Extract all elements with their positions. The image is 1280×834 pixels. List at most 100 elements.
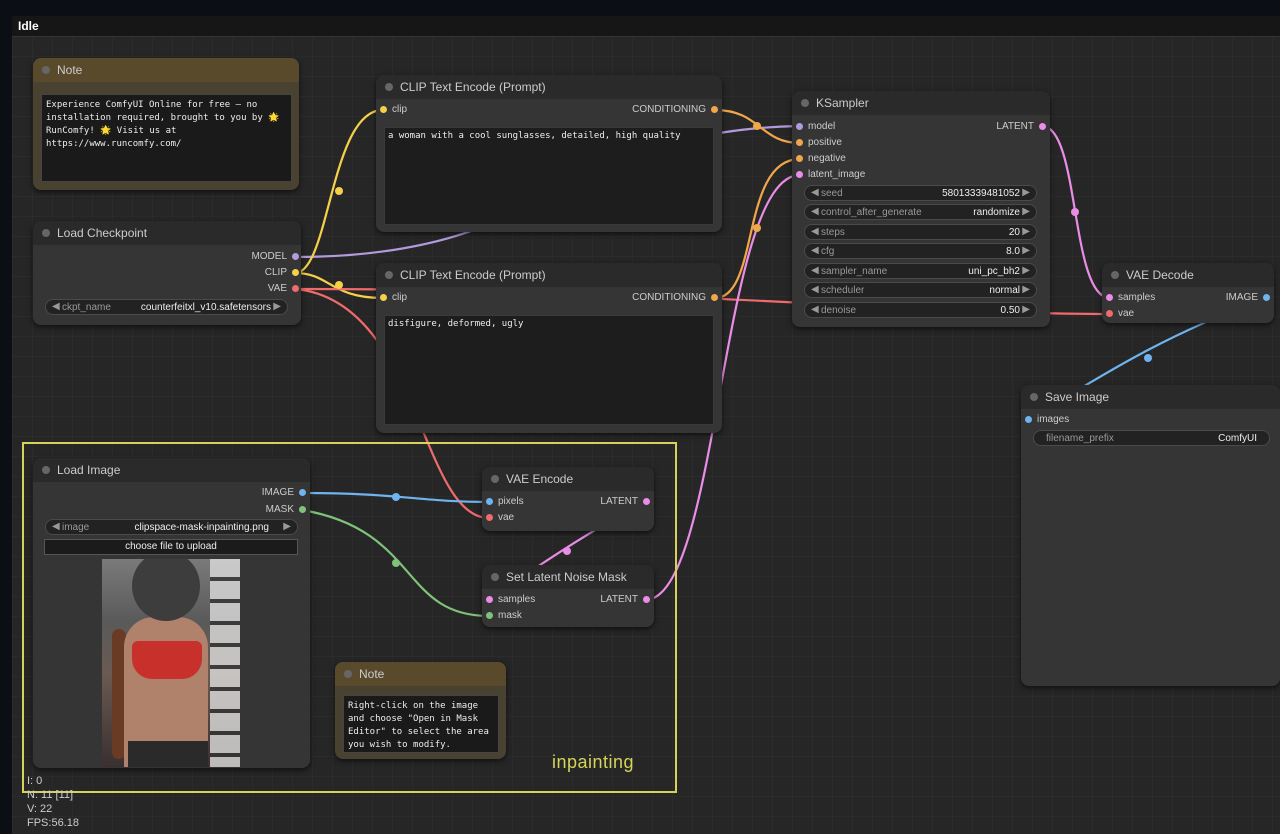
- scheduler-widget[interactable]: ◀ scheduler normal ▶: [804, 282, 1037, 298]
- collapse-dot-icon[interactable]: [385, 271, 393, 279]
- input-model[interactable]: model: [794, 120, 835, 134]
- arrow-left-icon[interactable]: ◀: [811, 265, 819, 276]
- note-text[interactable]: Experience ComfyUI Online for free — no …: [41, 94, 292, 182]
- output-conditioning[interactable]: CONDITIONING: [632, 291, 720, 305]
- cfg-widget[interactable]: ◀ cfg 8.0 ▶: [804, 243, 1037, 259]
- clip-text-encode-positive-node[interactable]: CLIP Text Encode (Prompt) clip CONDITION…: [376, 75, 722, 232]
- input-samples[interactable]: samples: [1104, 291, 1155, 305]
- slot-dot-icon[interactable]: [380, 106, 387, 113]
- note-node-top[interactable]: Note Experience ComfyUI Online for free …: [33, 58, 299, 190]
- output-vae[interactable]: VAE: [268, 282, 301, 296]
- arrow-left-icon[interactable]: ◀: [811, 187, 819, 198]
- slot-dot-icon[interactable]: [486, 596, 493, 603]
- collapse-dot-icon[interactable]: [344, 670, 352, 678]
- arrow-left-icon[interactable]: ◀: [811, 206, 819, 217]
- arrow-right-icon[interactable]: ▶: [1022, 245, 1030, 256]
- arrow-right-icon[interactable]: ▶: [1022, 284, 1030, 295]
- arrow-right-icon[interactable]: ▶: [1022, 226, 1030, 237]
- input-negative[interactable]: negative: [794, 152, 846, 166]
- collapse-dot-icon[interactable]: [491, 475, 499, 483]
- slot-dot-icon[interactable]: [643, 596, 650, 603]
- collapse-dot-icon[interactable]: [42, 466, 50, 474]
- arrow-right-icon[interactable]: ▶: [1022, 304, 1030, 315]
- node-title[interactable]: Set Latent Noise Mask: [482, 565, 654, 589]
- slot-dot-icon[interactable]: [292, 253, 299, 260]
- note-title[interactable]: Note: [335, 662, 506, 686]
- input-samples[interactable]: samples: [484, 593, 535, 607]
- slot-dot-icon[interactable]: [711, 294, 718, 301]
- note-node-inpainting[interactable]: Note Right-click on the image and choose…: [335, 662, 506, 759]
- slot-dot-icon[interactable]: [486, 514, 493, 521]
- output-latent[interactable]: LATENT: [600, 495, 652, 509]
- collapse-dot-icon[interactable]: [1030, 393, 1038, 401]
- slot-dot-icon[interactable]: [292, 269, 299, 276]
- output-model[interactable]: MODEL: [251, 250, 301, 264]
- slot-dot-icon[interactable]: [486, 498, 493, 505]
- node-title[interactable]: CLIP Text Encode (Prompt): [376, 263, 722, 287]
- output-image[interactable]: IMAGE: [262, 486, 308, 500]
- node-title[interactable]: Load Image: [33, 458, 310, 482]
- note-text[interactable]: Right-click on the image and choose "Ope…: [343, 695, 499, 753]
- slot-dot-icon[interactable]: [796, 139, 803, 146]
- set-latent-noise-mask-node[interactable]: Set Latent Noise Mask samples mask LATEN…: [482, 565, 654, 627]
- slot-dot-icon[interactable]: [486, 612, 493, 619]
- arrow-left-icon[interactable]: ◀: [811, 304, 819, 315]
- input-images[interactable]: images: [1023, 413, 1069, 427]
- save-image-node[interactable]: Save Image images filename_prefix ComfyUI: [1021, 385, 1280, 686]
- slot-dot-icon[interactable]: [1025, 416, 1032, 423]
- output-conditioning[interactable]: CONDITIONING: [632, 103, 720, 117]
- vae-decode-node[interactable]: VAE Decode samples vae IMAGE: [1102, 263, 1274, 323]
- output-image[interactable]: IMAGE: [1226, 291, 1272, 305]
- slot-dot-icon[interactable]: [796, 123, 803, 130]
- denoise-widget[interactable]: ◀ denoise 0.50 ▶: [804, 302, 1037, 318]
- slot-dot-icon[interactable]: [643, 498, 650, 505]
- node-title[interactable]: KSampler: [792, 91, 1050, 115]
- filename-prefix-widget[interactable]: filename_prefix ComfyUI: [1033, 430, 1270, 446]
- arrow-left-icon[interactable]: ◀: [811, 226, 819, 237]
- upload-button[interactable]: choose file to upload: [44, 539, 298, 555]
- input-positive[interactable]: positive: [794, 136, 842, 150]
- arrow-right-icon[interactable]: ▶: [273, 301, 281, 312]
- arrow-left-icon[interactable]: ◀: [52, 521, 60, 532]
- node-title[interactable]: Save Image: [1021, 385, 1280, 409]
- prompt-text-negative[interactable]: disfigure, deformed, ugly: [384, 315, 714, 425]
- prompt-text-positive[interactable]: a woman with a cool sunglasses, detailed…: [384, 127, 714, 225]
- arrow-right-icon[interactable]: ▶: [1022, 187, 1030, 198]
- image-combo[interactable]: ◀ image clipspace-mask-inpainting.png ▶: [45, 519, 298, 535]
- collapse-dot-icon[interactable]: [801, 99, 809, 107]
- slot-dot-icon[interactable]: [796, 171, 803, 178]
- input-latent-image[interactable]: latent_image: [794, 168, 865, 182]
- clip-text-encode-negative-node[interactable]: CLIP Text Encode (Prompt) clip CONDITION…: [376, 263, 722, 433]
- input-pixels[interactable]: pixels: [484, 495, 524, 509]
- input-clip[interactable]: clip: [378, 103, 407, 117]
- output-latent[interactable]: LATENT: [600, 593, 652, 607]
- arrow-left-icon[interactable]: ◀: [811, 284, 819, 295]
- image-preview[interactable]: [102, 559, 240, 767]
- slot-dot-icon[interactable]: [299, 506, 306, 513]
- node-title[interactable]: Load Checkpoint: [33, 221, 301, 245]
- arrow-right-icon[interactable]: ▶: [1022, 265, 1030, 276]
- control-after-generate-widget[interactable]: ◀ control_after_generate randomize ▶: [804, 204, 1037, 220]
- slot-dot-icon[interactable]: [1263, 294, 1270, 301]
- collapse-dot-icon[interactable]: [1111, 271, 1119, 279]
- input-clip[interactable]: clip: [378, 291, 407, 305]
- slot-dot-icon[interactable]: [1039, 123, 1046, 130]
- seed-widget[interactable]: ◀ seed 58013339481052 ▶: [804, 185, 1037, 201]
- steps-widget[interactable]: ◀ steps 20 ▶: [804, 224, 1037, 240]
- load-checkpoint-node[interactable]: Load Checkpoint MODEL CLIP VAE ◀ ckpt_na…: [33, 221, 301, 325]
- slot-dot-icon[interactable]: [1106, 294, 1113, 301]
- input-vae[interactable]: vae: [1104, 307, 1134, 321]
- arrow-left-icon[interactable]: ◀: [811, 245, 819, 256]
- collapse-dot-icon[interactable]: [42, 66, 50, 74]
- slot-dot-icon[interactable]: [711, 106, 718, 113]
- slot-dot-icon[interactable]: [299, 489, 306, 496]
- node-title[interactable]: VAE Encode: [482, 467, 654, 491]
- vae-encode-node[interactable]: VAE Encode pixels vae LATENT: [482, 467, 654, 531]
- collapse-dot-icon[interactable]: [42, 229, 50, 237]
- node-title[interactable]: CLIP Text Encode (Prompt): [376, 75, 722, 99]
- sampler-name-widget[interactable]: ◀ sampler_name uni_pc_bh2 ▶: [804, 263, 1037, 279]
- collapse-dot-icon[interactable]: [385, 83, 393, 91]
- note-title[interactable]: Note: [33, 58, 299, 82]
- input-vae[interactable]: vae: [484, 511, 514, 525]
- arrow-right-icon[interactable]: ▶: [283, 521, 291, 532]
